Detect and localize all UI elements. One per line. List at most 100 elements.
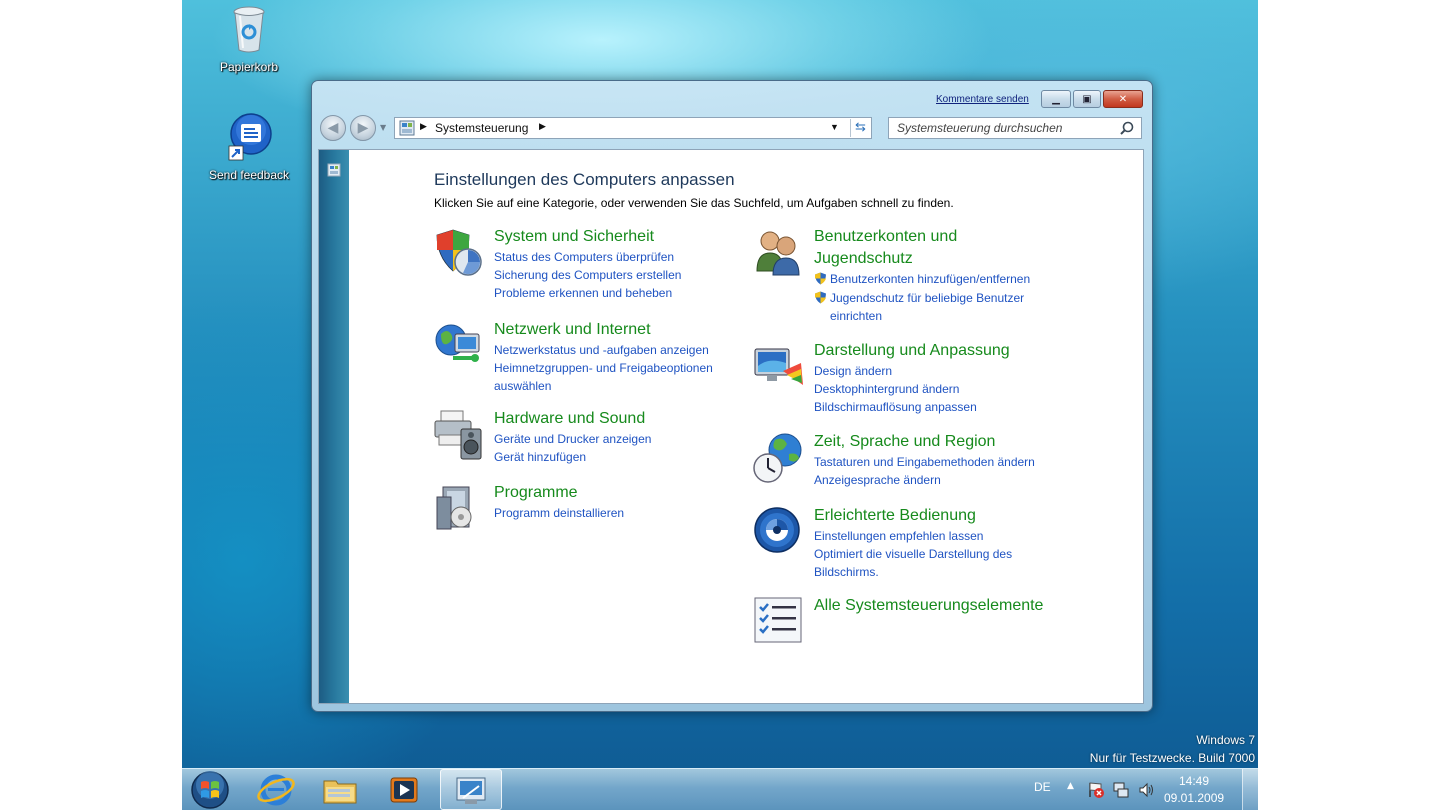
link-desktop-background[interactable]: Desktophintergrund ändern <box>814 380 977 398</box>
category-title[interactable]: Netzwerk und Internet <box>494 320 651 340</box>
category-links: Einstellungen empfehlen lassen Optimiert… <box>814 527 1012 581</box>
search-icon[interactable] <box>1120 121 1134 135</box>
taskbar-control-panel[interactable] <box>440 769 502 810</box>
category-title[interactable]: Programme <box>494 483 578 503</box>
close-button[interactable]: ✕ <box>1103 90 1143 108</box>
link-parental-controls-cont[interactable]: einrichten <box>814 307 1030 325</box>
link-devices-printers[interactable]: Geräte und Drucker anzeigen <box>494 430 651 448</box>
accessibility-icon[interactable] <box>753 506 805 558</box>
link-status-check[interactable]: Status des Computers überprüfen <box>494 248 681 266</box>
link-optimize-display[interactable]: Optimiert die visuelle Darstellung des <box>814 545 1012 563</box>
printer-speaker-icon[interactable] <box>433 409 485 461</box>
desktop-icon-send-feedback[interactable]: Send feedback <box>207 112 291 182</box>
link-optimize-display-cont[interactable]: Bildschirms. <box>814 563 1012 581</box>
link-screen-resolution[interactable]: Bildschirmauflösung anpassen <box>814 398 977 416</box>
link-recommend-settings[interactable]: Einstellungen empfehlen lassen <box>814 527 1012 545</box>
category-programs: Programme Programm deinstallieren <box>433 483 743 538</box>
category-clock-language-region: Zeit, Sprache und Region Tastaturen und … <box>753 432 1073 492</box>
breadcrumb-chevron-icon[interactable]: ▶ <box>539 121 546 132</box>
page-subtitle: Klicken Sie auf eine Kategorie, oder ver… <box>434 196 954 210</box>
taskbar-media-player[interactable] <box>374 769 434 810</box>
link-backup[interactable]: Sicherung des Computers erstellen <box>494 266 681 284</box>
link-label: Jugendschutz für beliebige Benutzer <box>830 291 1025 305</box>
category-title[interactable]: Erleichterte Bedienung <box>814 506 976 526</box>
language-indicator[interactable]: DE <box>1034 780 1051 794</box>
network-globe-icon[interactable] <box>433 320 485 372</box>
taskbar-internet-explorer[interactable] <box>246 769 306 810</box>
category-links: Benutzerkonten hinzufügen/entfernen Juge… <box>814 270 1030 325</box>
build-watermark: Windows 7 Nur für Testzwecke. Build 7000 <box>1090 731 1255 767</box>
category-all-items: Alle Systemsteuerungselemente <box>753 596 1073 646</box>
link-homegroup[interactable]: Heimnetzgruppen- und Freigabeoptionen <box>494 359 713 377</box>
users-icon[interactable] <box>753 227 805 279</box>
address-dropdown-icon[interactable]: ▼ <box>830 122 839 132</box>
clock-date: 09.01.2009 <box>1164 791 1225 805</box>
category-ease-of-access: Erleichterte Bedienung Einstellungen emp… <box>753 506 1073 581</box>
recent-pages-dropdown[interactable]: ▼ <box>380 123 386 132</box>
feedback-link[interactable]: Kommentare senden <box>936 94 1029 105</box>
address-bar[interactable]: ▶ Systemsteuerung ▶ ▼ ⇆ <box>394 117 872 139</box>
forward-button[interactable]: ▶ <box>350 115 376 141</box>
maximize-button[interactable]: ▣ <box>1073 90 1101 108</box>
show-desktop-button[interactable] <box>1242 769 1258 810</box>
breadcrumb-systemsteuerung[interactable]: Systemsteuerung <box>435 121 528 135</box>
category-title-line2[interactable]: Jugendschutz <box>814 249 913 269</box>
refresh-icon[interactable]: ⇆ <box>855 119 866 135</box>
category-title[interactable]: Alle Systemsteuerungselemente <box>814 596 1043 616</box>
security-shield-icon[interactable] <box>433 227 485 279</box>
address-divider <box>850 119 851 137</box>
link-change-theme[interactable]: Design ändern <box>814 362 977 380</box>
uac-shield-icon <box>815 272 826 285</box>
link-network-status[interactable]: Netzwerkstatus und -aufgaben anzeigen <box>494 341 713 359</box>
network-tray-icon[interactable] <box>1112 781 1130 799</box>
category-title[interactable]: Benutzerkonten und <box>814 227 957 247</box>
category-links: Tastaturen und Eingabemethoden ändern An… <box>814 453 1035 489</box>
recycle-bin-icon <box>233 6 265 53</box>
category-links: Netzwerkstatus und -aufgaben anzeigen He… <box>494 341 713 395</box>
link-homegroup-cont[interactable]: auswählen <box>494 377 713 395</box>
taskbar-windows-explorer[interactable] <box>310 769 370 810</box>
watermark-line1: Windows 7 <box>1196 733 1255 747</box>
maximize-icon: ▣ <box>1082 94 1092 105</box>
volume-icon[interactable] <box>1138 781 1156 799</box>
control-panel-home-icon[interactable] <box>327 163 341 177</box>
category-title[interactable]: Hardware und Sound <box>494 409 645 429</box>
display-palette-icon[interactable] <box>753 341 805 393</box>
clock[interactable]: 14:49 09.01.2009 <box>1164 773 1224 807</box>
search-input[interactable]: Systemsteuerung durchsuchen <box>888 117 1142 139</box>
page-title: Einstellungen des Computers anpassen <box>434 170 735 189</box>
back-button[interactable]: ◀ <box>320 115 346 141</box>
category-title[interactable]: Darstellung und Anpassung <box>814 341 1010 361</box>
link-troubleshoot[interactable]: Probleme erkennen und beheben <box>494 284 681 302</box>
clock-globe-icon[interactable] <box>753 432 805 484</box>
category-appearance: Darstellung und Anpassung Design ändern … <box>753 341 1073 421</box>
show-hidden-icons-button[interactable]: ▲ <box>1067 781 1074 791</box>
minimize-button[interactable]: ▁ <box>1041 90 1071 108</box>
start-button[interactable] <box>182 769 242 810</box>
desktop-icon-recycle-bin[interactable]: Papierkorb <box>207 4 291 74</box>
category-title[interactable]: Zeit, Sprache und Region <box>814 432 995 452</box>
link-add-device[interactable]: Gerät hinzufügen <box>494 448 651 466</box>
control-panel-icon <box>456 777 486 804</box>
category-system-security: System und Sicherheit Status des Compute… <box>433 227 743 307</box>
programs-box-icon[interactable] <box>433 483 485 535</box>
link-add-remove-accounts[interactable]: Benutzerkonten hinzufügen/entfernen <box>814 270 1030 288</box>
link-keyboards-input[interactable]: Tastaturen und Eingabemethoden ändern <box>814 453 1035 471</box>
breadcrumb-chevron-icon: ▶ <box>420 121 427 131</box>
link-label: Benutzerkonten hinzufügen/entfernen <box>830 272 1031 286</box>
category-title[interactable]: System und Sicherheit <box>494 227 654 247</box>
category-network-internet: Netzwerk und Internet Netzwerkstatus und… <box>433 320 753 400</box>
checklist-icon[interactable] <box>753 596 805 648</box>
explorer-folder-icon <box>323 780 357 804</box>
action-center-flag-icon[interactable] <box>1087 781 1105 799</box>
category-links: Programm deinstallieren <box>494 504 624 522</box>
forward-arrow-icon: ▶ <box>357 120 369 136</box>
link-parental-controls[interactable]: Jugendschutz für beliebige Benutzer <box>814 289 1030 307</box>
desktop: Papierkorb Send feedback Kommentare send… <box>182 0 1258 810</box>
link-uninstall[interactable]: Programm deinstallieren <box>494 504 624 522</box>
left-pane <box>319 150 349 703</box>
control-panel-small-icon <box>399 120 415 136</box>
link-display-language[interactable]: Anzeigesprache ändern <box>814 471 1035 489</box>
category-hardware-sound: Hardware und Sound Geräte und Drucker an… <box>433 409 743 469</box>
watermark-line2: Nur für Testzwecke. Build 7000 <box>1089 751 1255 765</box>
